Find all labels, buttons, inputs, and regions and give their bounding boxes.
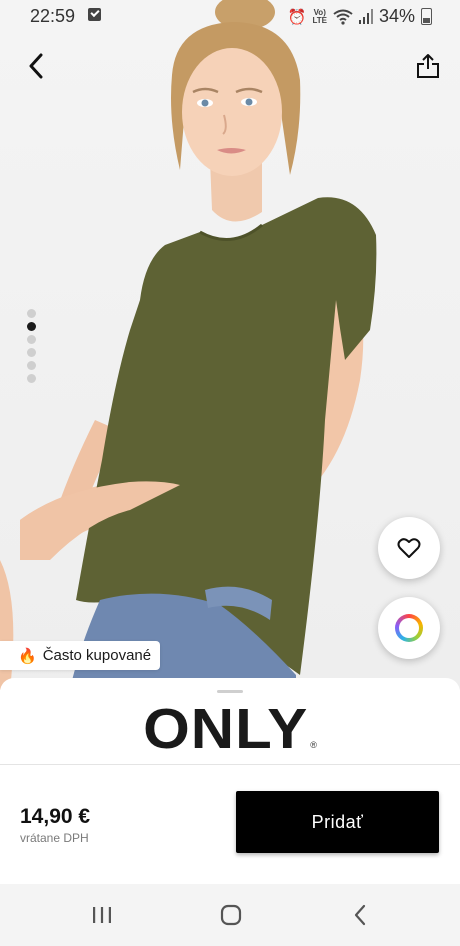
gallery-dot[interactable] bbox=[27, 335, 36, 344]
badge-label: Často kupované bbox=[42, 647, 152, 664]
system-navigation-bar bbox=[0, 884, 460, 946]
battery-icon bbox=[421, 8, 432, 25]
product-image[interactable]: 🔥 Často kupované bbox=[0, 0, 460, 690]
popular-badge: 🔥 Často kupované bbox=[0, 641, 161, 670]
volte-icon: Vo) LTE bbox=[312, 8, 327, 25]
recents-button[interactable] bbox=[82, 900, 122, 930]
alarm-icon: ⏰ bbox=[287, 8, 307, 26]
wifi-icon bbox=[333, 9, 353, 25]
back-button[interactable] bbox=[16, 46, 56, 86]
gallery-dot[interactable] bbox=[27, 374, 36, 383]
gallery-dot[interactable] bbox=[27, 348, 36, 357]
signal-icon bbox=[358, 9, 373, 24]
share-icon bbox=[417, 54, 439, 78]
product-sheet: ONLY ® 14,90 € vrátane DPH Pridať bbox=[0, 678, 460, 882]
divider bbox=[0, 764, 460, 765]
battery-percent: 34% bbox=[378, 6, 415, 26]
product-price: 14,90 € bbox=[20, 805, 91, 828]
chevron-left-icon bbox=[29, 53, 43, 79]
recents-icon bbox=[93, 907, 111, 923]
fire-icon: 🔥 bbox=[18, 647, 37, 665]
add-to-cart-button[interactable]: Pridať bbox=[236, 791, 439, 853]
registered-mark: ® bbox=[310, 740, 317, 750]
price-vat-note: vrátane DPH bbox=[20, 831, 89, 845]
status-time: 22:59 bbox=[30, 6, 76, 26]
volte-bottom-label: LTE bbox=[312, 15, 327, 25]
status-indicators: ⏰ Vo) LTE 34% bbox=[288, 6, 432, 27]
gallery-pagination bbox=[27, 309, 37, 387]
brand-logo[interactable]: ONLY ® bbox=[0, 696, 460, 760]
home-icon bbox=[220, 904, 242, 926]
back-arrow-icon bbox=[354, 904, 366, 926]
color-options-button[interactable] bbox=[378, 597, 440, 659]
gallery-dot[interactable] bbox=[27, 361, 36, 370]
notification-check-icon bbox=[88, 8, 101, 21]
share-button[interactable] bbox=[408, 46, 448, 86]
heart-icon bbox=[397, 538, 421, 558]
gallery-dot-active[interactable] bbox=[27, 322, 36, 331]
system-back-button[interactable] bbox=[340, 900, 380, 930]
status-bar: 22:59 ⏰ Vo) LTE 34% bbox=[0, 0, 460, 32]
color-wheel-icon bbox=[395, 614, 423, 642]
brand-name: ONLY bbox=[143, 696, 309, 760]
gallery-dot[interactable] bbox=[27, 309, 36, 318]
wishlist-button[interactable] bbox=[378, 517, 440, 579]
home-button[interactable] bbox=[211, 900, 251, 930]
sheet-handle[interactable] bbox=[217, 690, 243, 693]
model-photo bbox=[0, 0, 377, 690]
